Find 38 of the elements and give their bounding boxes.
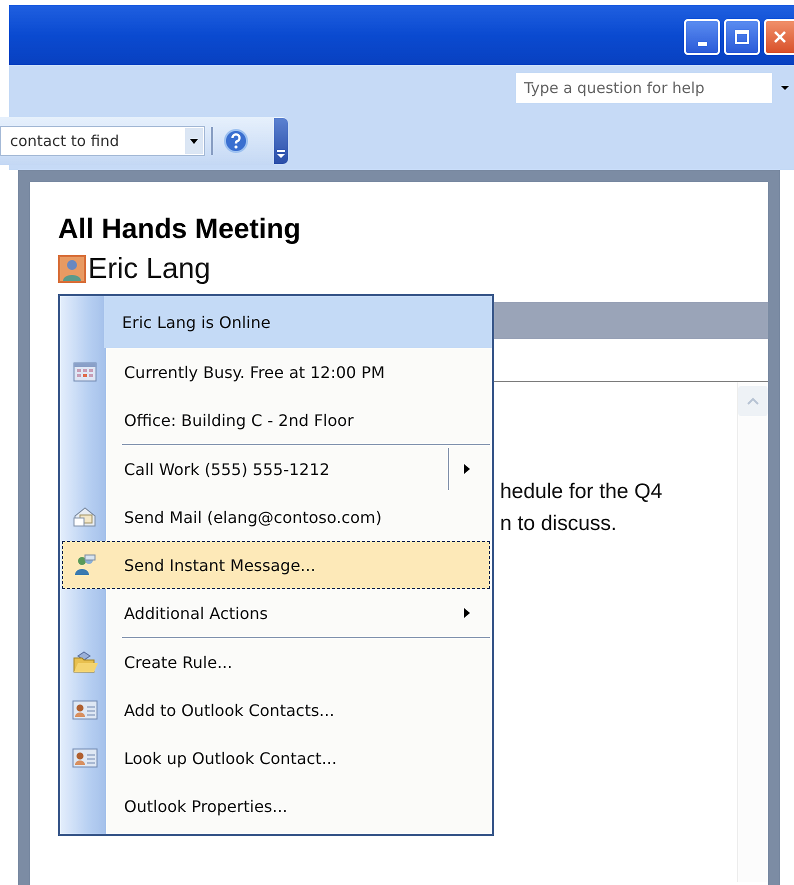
menu-item[interactable]: Office: Building C - 2nd Floor [62,396,490,444]
sender-name[interactable]: Eric Lang [88,254,211,284]
menu-item[interactable]: Look up Outlook Contact... [62,734,490,782]
menu-item[interactable]: Eric Lang is Online [104,296,492,348]
toolbar-options-button[interactable] [274,118,288,164]
menu-item[interactable]: Add to Outlook Contacts... [62,686,490,734]
contact-find-text: contact to find [9,132,120,150]
mail-icon [72,506,98,528]
dropdown-arrow-icon[interactable] [780,85,790,91]
submenu-arrow-icon [463,463,471,475]
contact-find-field[interactable]: contact to find [0,126,205,156]
menu-item[interactable]: Send Mail (elang@contoso.com) [62,493,490,541]
item-title: All Hands Meeting [58,212,302,246]
overflow-icon [277,150,285,158]
maximize-icon [734,29,750,45]
dropdown-arrow-icon[interactable] [190,138,198,144]
menu-item[interactable]: Create Rule... [62,638,490,686]
minimize-icon [698,42,706,46]
menu-item[interactable]: Send Instant Message... [62,541,490,589]
message-text: n to discuss. [500,511,618,537]
message-text: hedule for the Q4 [500,479,664,505]
contact-card-icon [72,700,98,720]
menu-item[interactable]: Currently Busy. Free at 12:00 PM [62,348,490,396]
folder-icon [72,650,98,674]
minimize-button[interactable] [684,19,720,55]
scrollbar[interactable] [737,382,768,882]
maximize-button[interactable] [724,19,760,55]
menu-item[interactable]: Additional Actions [62,589,490,637]
close-button[interactable] [764,19,794,55]
calendar-icon [73,361,97,383]
menu-item[interactable]: Outlook Properties... [62,782,490,830]
help-search-field[interactable]: Type a question for help [516,73,772,103]
close-icon [772,29,788,45]
submenu-arrow-icon [463,607,471,619]
help-icon[interactable] [223,128,249,154]
menu-item[interactable]: Call Work (555) 555-1212 [62,445,490,493]
contact-card-icon [72,748,98,768]
people-icon [73,554,97,576]
